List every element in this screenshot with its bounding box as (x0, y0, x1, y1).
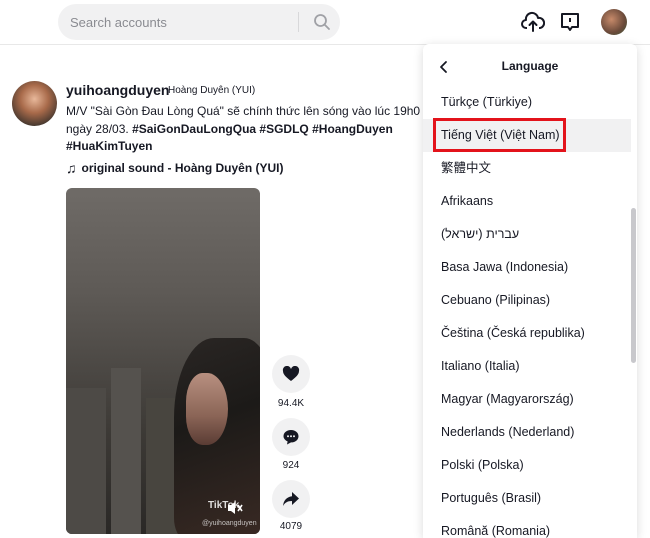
post-username[interactable]: yuihoangduyen (66, 82, 169, 98)
search-icon (314, 14, 330, 30)
video-subject-face (186, 373, 228, 445)
language-option[interactable]: Português (Brasil) (423, 482, 631, 515)
share-button[interactable] (272, 480, 310, 518)
music-note-icon: ♫ (66, 160, 77, 176)
like-count: 94.4K (277, 398, 305, 409)
language-option[interactable]: Nederlands (Nederland) (423, 416, 631, 449)
language-menu-scrollbar[interactable] (631, 208, 636, 363)
post-author-avatar[interactable] (12, 81, 57, 126)
comment-count: 924 (282, 460, 300, 471)
hashtag-link[interactable]: #HuaKimTuyen (66, 139, 152, 153)
language-option[interactable]: Magyar (Magyarország) (423, 383, 631, 416)
language-option[interactable]: 繁體中文 (423, 152, 631, 185)
share-icon (283, 492, 299, 506)
hashtag-link[interactable]: #SGDLQ (259, 122, 308, 136)
language-option[interactable]: Čeština (Česká republika) (423, 317, 631, 350)
sound-link[interactable]: ♫ original sound - Hoàng Duyên (YUI) (66, 160, 284, 176)
top-bar (0, 0, 650, 45)
speaker-muted-icon (228, 502, 243, 514)
language-option[interactable]: Basa Jawa (Indonesia) (423, 251, 631, 284)
search-divider (298, 12, 299, 32)
caption-text-2: ngày 28/03. (66, 121, 133, 136)
language-option[interactable]: Italiano (Italia) (423, 350, 631, 383)
post-nickname[interactable]: Hoàng Duyên (YUI) (168, 85, 255, 96)
upload-button[interactable] (521, 10, 545, 34)
background-building (111, 368, 141, 534)
video-watermark-user: @yuihoangduyen (202, 520, 257, 527)
background-building (66, 388, 106, 534)
hashtag-link[interactable]: #HoangDuyen (312, 122, 393, 136)
language-menu-title: Language (501, 59, 559, 73)
inbox-button[interactable] (558, 10, 582, 34)
cloud-upload-icon (521, 11, 545, 32)
video-player[interactable]: TikTok @yuihoangduyen (66, 188, 260, 534)
post-caption: M/V "Sài Gòn Đau Lòng Quá" sẽ chính thức… (66, 103, 436, 156)
message-icon (561, 13, 579, 31)
language-option[interactable]: Cebuano (Pilipinas) (423, 284, 631, 317)
language-option[interactable]: Polski (Polska) (423, 449, 631, 482)
language-menu-header: Language (423, 44, 637, 90)
mute-button[interactable] (226, 500, 244, 516)
share-count: 4079 (279, 521, 303, 532)
language-option[interactable]: Afrikaans (423, 185, 631, 218)
comment-button[interactable] (272, 418, 310, 456)
sound-label: original sound - Hoàng Duyên (YUI) (81, 161, 284, 175)
profile-avatar[interactable] (601, 9, 627, 35)
hashtag-link[interactable]: #SaiGonDauLongQua (132, 122, 256, 136)
like-button[interactable] (272, 355, 310, 393)
language-option[interactable]: Türkçe (Türkiye) (423, 86, 631, 119)
selection-highlight-box (433, 118, 566, 152)
search-input[interactable] (70, 4, 295, 40)
comment-icon (283, 430, 299, 445)
language-option[interactable]: עברית (ישראל) (423, 218, 631, 251)
search-button[interactable] (304, 4, 340, 40)
heart-icon (282, 366, 300, 381)
search-bar (58, 4, 340, 40)
language-option[interactable]: Română (Romania) (423, 515, 631, 538)
caption-text: M/V "Sài Gòn Đau Lòng Quá" sẽ chính thức… (66, 104, 421, 118)
